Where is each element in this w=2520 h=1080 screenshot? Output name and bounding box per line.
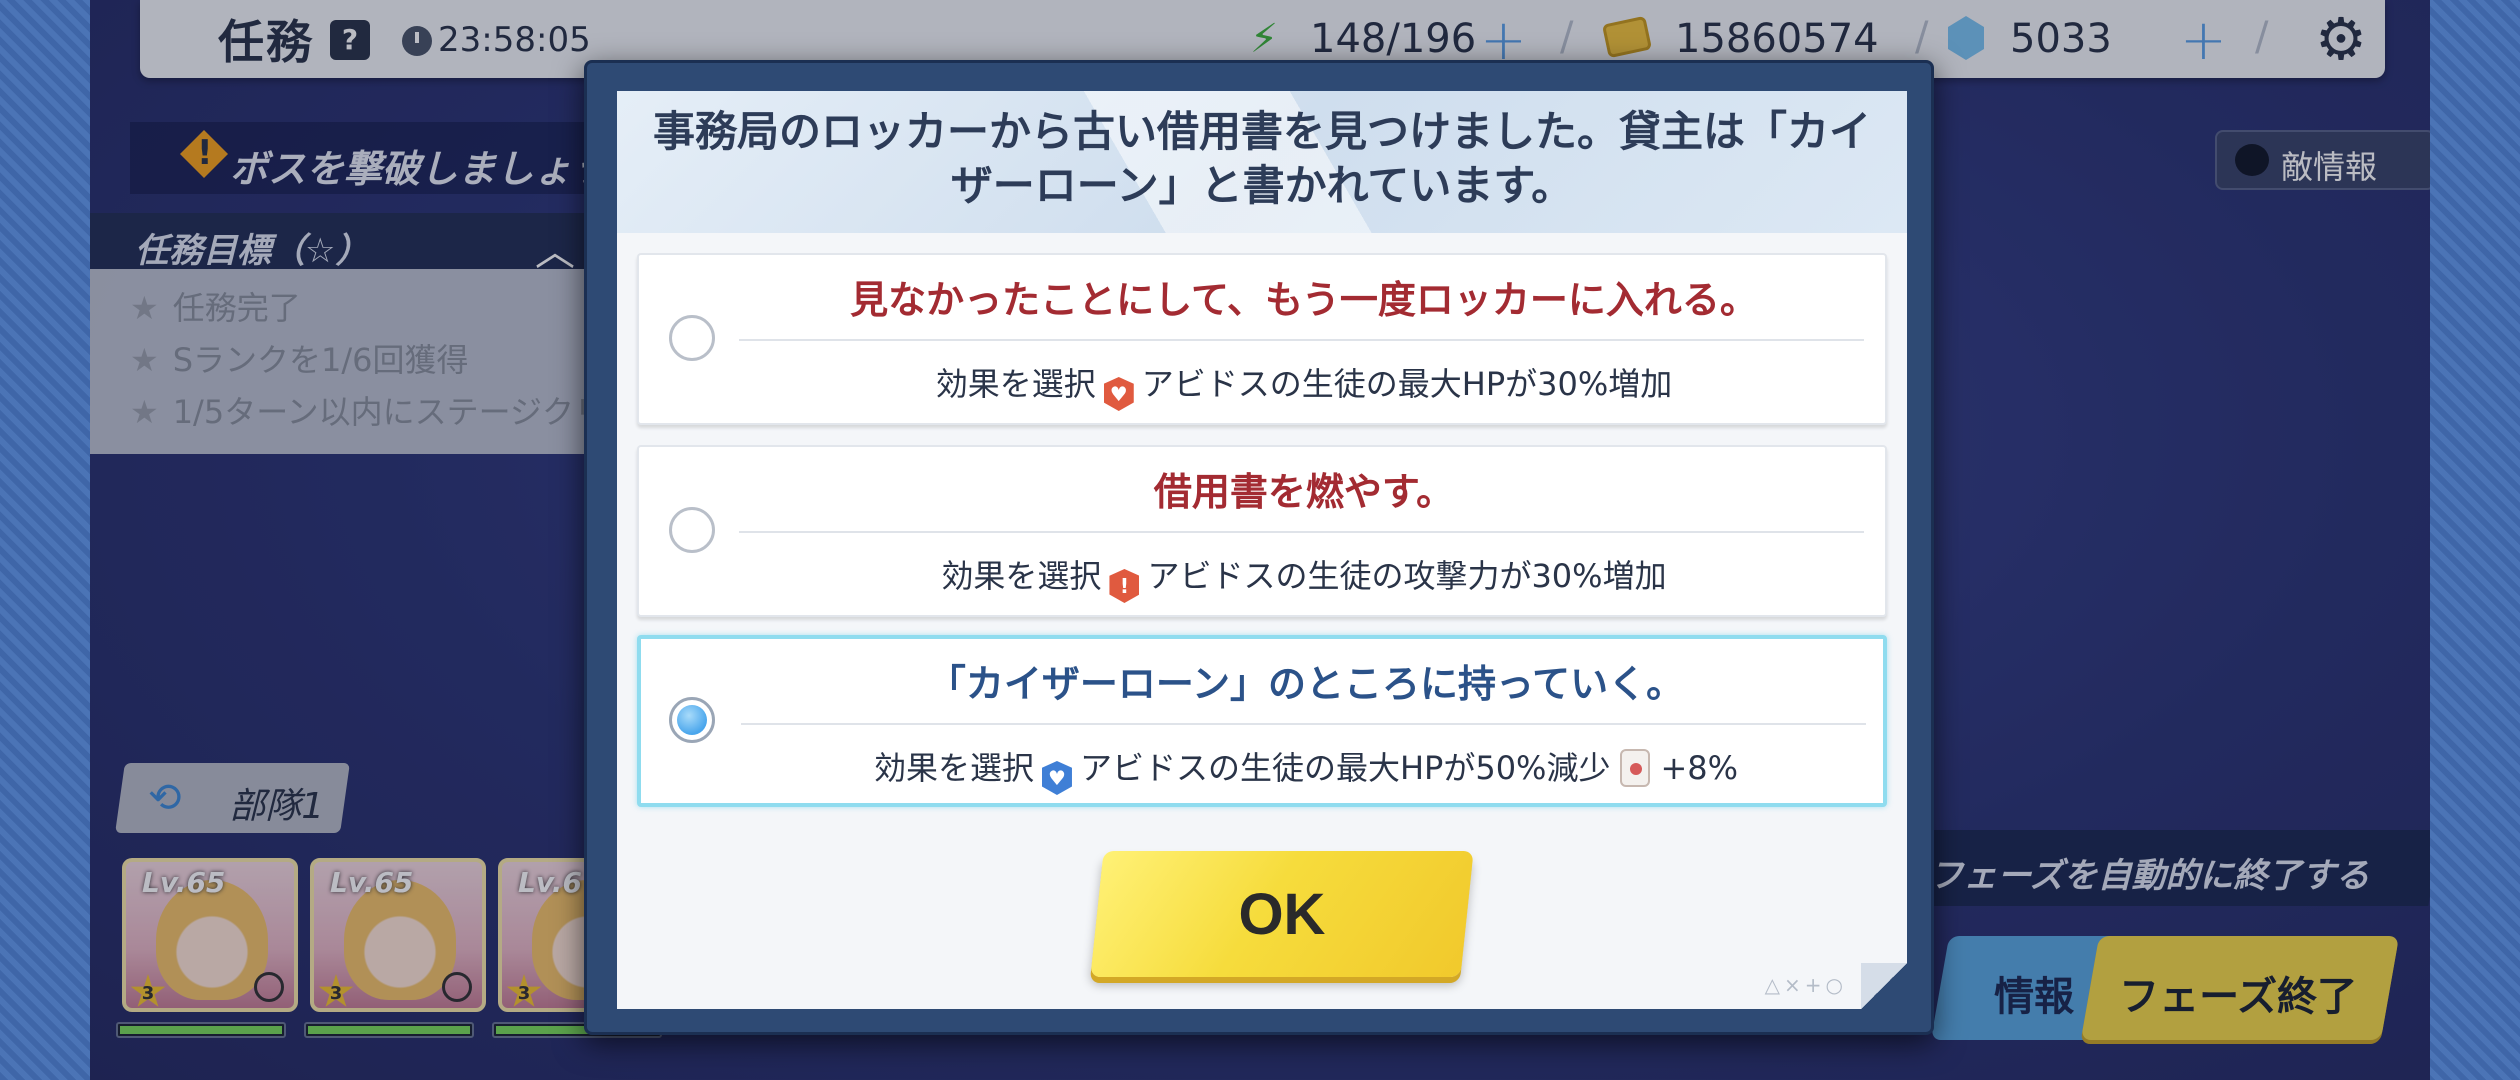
choice-effect: 効果を選択 ♥ アビドスの生徒の最大HPが50%減少 +8% bbox=[741, 743, 1871, 795]
bonus-value: +8% bbox=[1660, 749, 1739, 787]
radio-button-selected[interactable] bbox=[669, 697, 715, 743]
effect-prefix: 効果を選択 bbox=[935, 365, 1096, 403]
choice-title: 「カイザーローン」のところに持っていく。 bbox=[927, 662, 1685, 706]
effect-prefix: 効果を選択 bbox=[873, 749, 1034, 787]
effect-prefix: 効果を選択 bbox=[941, 557, 1102, 595]
radio-button[interactable] bbox=[669, 507, 715, 553]
ok-label: OK bbox=[1238, 882, 1326, 947]
heart-down-icon: ♥ bbox=[1041, 761, 1072, 795]
reward-bag-icon bbox=[1620, 749, 1651, 787]
heart-up-icon: ♥ bbox=[1103, 377, 1134, 411]
choice-option-1[interactable]: 見なかったことにして、もう一度ロッカーに入れる。 効果を選択 ♥ アビドスの生徒の最… bbox=[637, 253, 1887, 425]
divider bbox=[739, 531, 1864, 533]
event-choice-dialog: 事務局のロッカーから古い借用書を見つけました。貸主は「カイザーローン」と書かれて… bbox=[584, 60, 1934, 1035]
effect-text: アビドスの生徒の最大HPが30%増加 bbox=[1141, 365, 1673, 403]
dialog-header: 事務局のロッカーから古い借用書を見つけました。貸主は「カイザーローン」と書かれて… bbox=[617, 91, 1907, 233]
choice-effect: 効果を選択! アビドスの生徒の攻撃力が30%増加 bbox=[739, 551, 1869, 603]
effect-text: アビドスの生徒の攻撃力が30%増加 bbox=[1147, 557, 1667, 595]
corner-fold bbox=[1861, 963, 1907, 1009]
effect-text: アビドスの生徒の最大HPが50%減少 bbox=[1079, 749, 1611, 787]
choice-option-2[interactable]: 借用書を燃やす。 効果を選択! アビドスの生徒の攻撃力が30%増加 bbox=[637, 445, 1887, 617]
choice-title: 見なかったことにして、もう一度ロッカーに入れる。 bbox=[850, 278, 1758, 322]
radio-button[interactable] bbox=[669, 315, 715, 361]
dialog-title: 事務局のロッカーから古い借用書を見つけました。貸主は「カイザーローン」と書かれて… bbox=[652, 107, 1871, 210]
choice-title: 借用書を燃やす。 bbox=[1153, 470, 1455, 514]
divider bbox=[739, 339, 1864, 341]
divider bbox=[741, 723, 1866, 725]
dialog-body: 事務局のロッカーから古い借用書を見つけました。貸主は「カイザーローン」と書かれて… bbox=[617, 91, 1907, 1009]
ok-button[interactable]: OK bbox=[1090, 851, 1474, 977]
attack-up-icon: ! bbox=[1109, 569, 1140, 603]
choice-option-3[interactable]: 「カイザーローン」のところに持っていく。 効果を選択 ♥ アビドスの生徒の最大HPが… bbox=[637, 635, 1887, 807]
corner-decoration: △×+○ bbox=[1764, 973, 1847, 997]
choice-effect: 効果を選択 ♥ アビドスの生徒の最大HPが30%増加 bbox=[739, 359, 1869, 411]
